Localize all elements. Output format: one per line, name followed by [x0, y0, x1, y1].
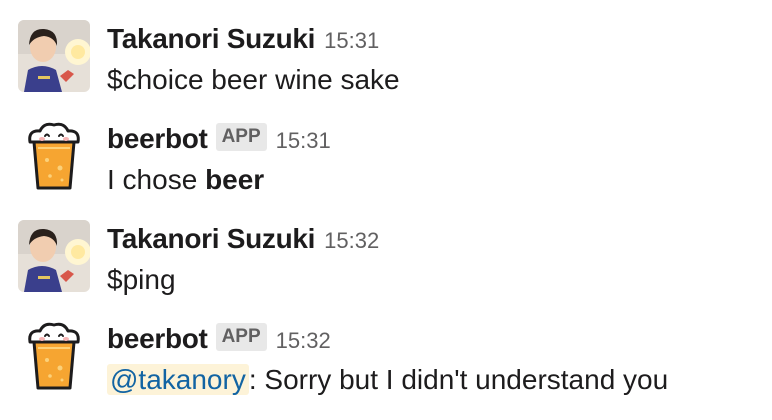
message-header: Takanori Suzuki 15:31 [107, 22, 379, 56]
beer-glass-icon [28, 322, 80, 390]
message: Takanori Suzuki 15:31 $choice beer wine … [0, 0, 772, 100]
message-content: $ping [107, 264, 176, 295]
message: beerbot APP 15:31 I chose beer [0, 100, 772, 200]
timestamp[interactable]: 15:31 [276, 128, 331, 154]
beer-glass-icon [28, 122, 80, 190]
message-content: I chose [107, 164, 206, 195]
author-name[interactable]: Takanori Suzuki [107, 23, 315, 55]
message-header: Takanori Suzuki 15:32 [107, 222, 379, 256]
bot-avatar[interactable] [20, 120, 92, 192]
message-content: : Sorry but I didn't understand you [248, 364, 669, 395]
user-photo-avatar [18, 20, 90, 92]
message-text: $choice beer wine sake [107, 62, 400, 98]
app-badge: APP [215, 323, 267, 351]
app-badge: APP [215, 123, 267, 151]
timestamp[interactable]: 15:31 [324, 28, 379, 54]
message-header: beerbot APP 15:31 [107, 122, 331, 156]
timestamp[interactable]: 15:32 [276, 328, 331, 354]
bot-avatar[interactable] [20, 320, 92, 392]
user-avatar[interactable] [18, 20, 90, 92]
author-name[interactable]: Takanori Suzuki [107, 223, 315, 255]
message-header: beerbot APP 15:32 [107, 322, 331, 356]
author-name[interactable]: beerbot [107, 323, 208, 355]
user-photo-avatar [18, 220, 90, 292]
user-mention[interactable]: @takanory [107, 364, 249, 395]
message-text: I chose beer [107, 162, 264, 198]
message: beerbot APP 15:32 @takanory: Sorry but I… [0, 300, 772, 400]
message-bold-text: beer [205, 164, 265, 195]
author-name[interactable]: beerbot [107, 123, 208, 155]
message-text: @takanory: Sorry but I didn't understand… [107, 362, 668, 398]
message: Takanori Suzuki 15:32 $ping [0, 200, 772, 300]
user-avatar[interactable] [18, 220, 90, 292]
message-text: $ping [107, 262, 176, 298]
message-content: $choice beer wine sake [107, 64, 400, 95]
timestamp[interactable]: 15:32 [324, 228, 379, 254]
